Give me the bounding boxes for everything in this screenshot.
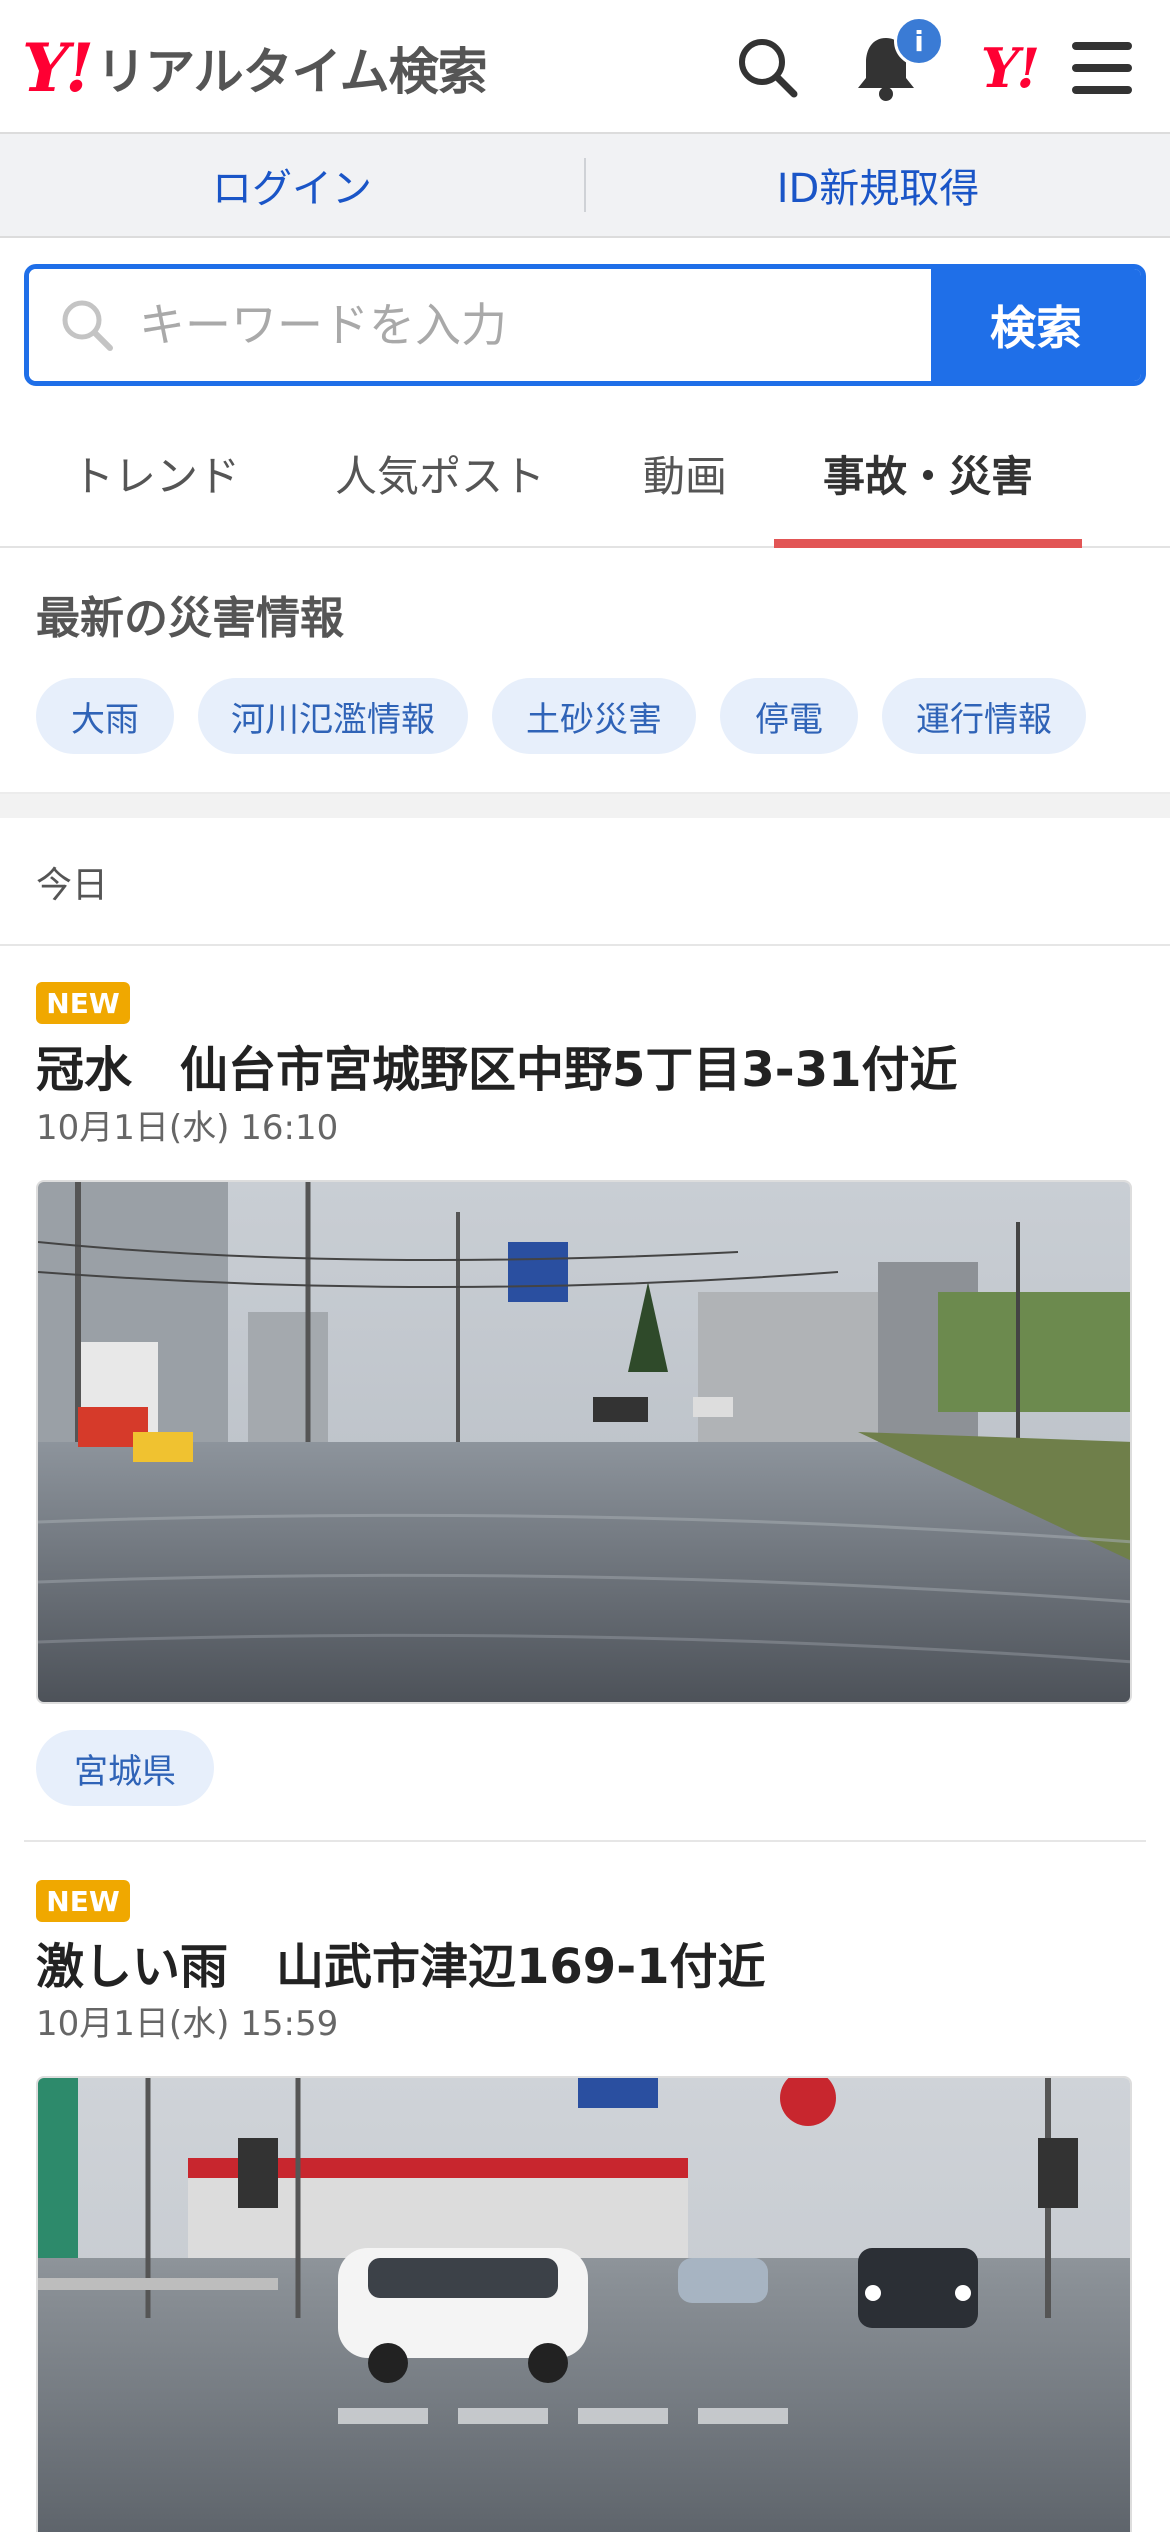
post-date: 10月1日(水) 16:10 <box>36 1108 339 1148</box>
login-link[interactable]: ログイン <box>0 134 584 236</box>
chip-landslide[interactable]: 土砂災害 <box>492 678 696 754</box>
post-title[interactable]: 冠水 仙台市宮城野区中野5丁目3-31付近 <box>36 1030 958 1100</box>
app-header: Y! リアルタイム検索 i Y! <box>0 0 1170 134</box>
notification-badge[interactable]: i <box>894 16 944 66</box>
post-title[interactable]: 激しい雨 山武市津辺169-1付近 <box>36 1927 766 1997</box>
tab-label: 動画 <box>642 451 727 501</box>
account-bar: ログイン ID新規取得 <box>0 134 1170 238</box>
search-bar: 検索 <box>24 264 1146 386</box>
tab-label: 事故・災害 <box>822 451 1033 501</box>
logo-service-name: リアルタイム検索 <box>96 43 487 101</box>
divider <box>0 944 1170 946</box>
chip-power-outage[interactable]: 停電 <box>720 678 858 754</box>
yahoo-realtime-logo[interactable]: Y! リアルタイム検索 <box>22 28 488 108</box>
post-date: 10月1日(水) 15:59 <box>36 2004 339 2044</box>
yahoo-top-link[interactable]: Y! <box>964 28 1054 108</box>
search-icon[interactable] <box>728 28 808 108</box>
location-tag[interactable]: 宮城県 <box>36 1730 214 1806</box>
section-title-disaster-info: 最新の災害情報 <box>36 593 344 644</box>
yahoo-logo-small: Y! <box>980 36 1040 100</box>
signup-link[interactable]: ID新規取得 <box>586 134 1170 236</box>
tab-videos[interactable]: 動画 <box>600 400 770 546</box>
new-badge: NEW <box>36 982 130 1024</box>
search-input[interactable] <box>137 297 931 353</box>
section-divider <box>0 792 1170 818</box>
tab-trend[interactable]: トレンド <box>36 400 276 546</box>
chip-heavy-rain[interactable]: 大雨 <box>36 678 174 754</box>
tab-popular-posts[interactable]: 人気ポスト <box>320 400 560 546</box>
date-section-label: 今日 <box>36 865 109 906</box>
search-button[interactable]: 検索 <box>931 269 1141 381</box>
tab-label: トレンド <box>71 451 240 501</box>
search-field-icon <box>59 297 115 353</box>
search-field[interactable] <box>29 269 931 381</box>
chip-transit-info[interactable]: 運行情報 <box>882 678 1086 754</box>
tab-accidents-disasters[interactable]: 事故・災害 <box>774 400 1082 548</box>
yahoo-logo-mark: Y! <box>22 29 94 107</box>
tab-label: 人気ポスト <box>334 451 545 501</box>
post-photo-rainy-street[interactable] <box>36 2076 1132 2532</box>
chip-river-flood[interactable]: 河川氾濫情報 <box>198 678 468 754</box>
category-tabs: トレンド 人気ポスト 動画 事故・災害 <box>0 400 1170 548</box>
hamburger-menu-icon[interactable] <box>1062 28 1142 108</box>
new-badge: NEW <box>36 1880 130 1922</box>
post-photo-flooded-street[interactable] <box>36 1180 1132 1704</box>
post-divider <box>24 1840 1146 1842</box>
active-tab-indicator <box>774 539 1082 548</box>
